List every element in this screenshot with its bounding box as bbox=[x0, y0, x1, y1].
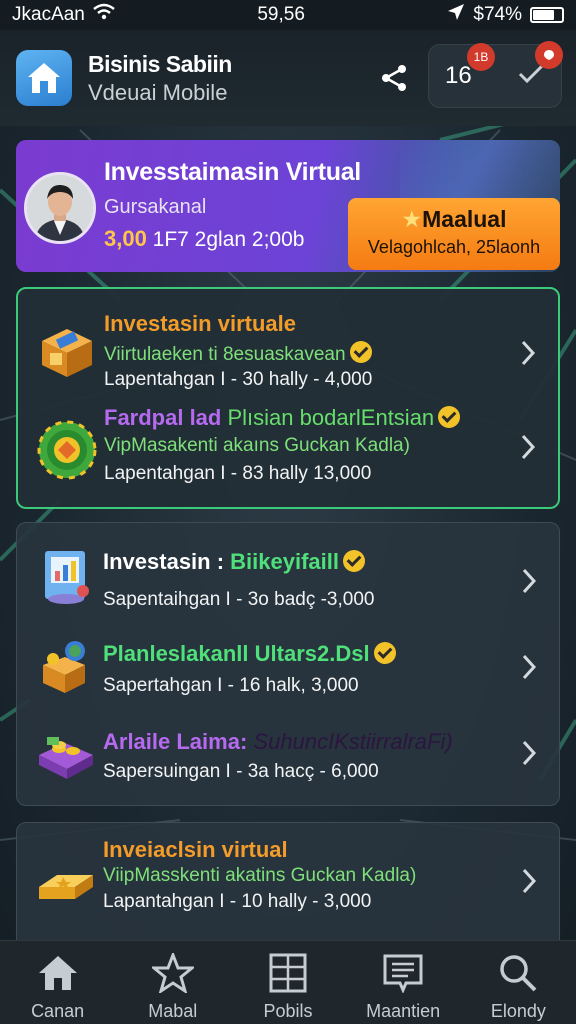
list-item[interactable]: Fardpal lad Plısian bodarlEntsian VipMas… bbox=[18, 399, 558, 497]
app-header: Bisinis Sabiin Vdeuai Mobile 16 1B bbox=[0, 30, 576, 126]
verified-check-icon bbox=[438, 406, 461, 428]
chevron-right-icon bbox=[521, 434, 536, 460]
chevron-right-icon bbox=[522, 868, 537, 894]
list-item[interactable]: Inveiaclsin virtual ViipMasskenti akatin… bbox=[17, 829, 559, 939]
chevron-right-icon bbox=[522, 654, 537, 680]
nav-item-search[interactable]: Elondy bbox=[463, 951, 573, 1022]
home-icon bbox=[3, 951, 113, 995]
promo-title: Invesstaimasin Virtual bbox=[104, 158, 361, 186]
count-badge: 1B bbox=[467, 43, 495, 71]
notification-box[interactable]: 16 1B bbox=[428, 41, 563, 108]
message-icon bbox=[348, 951, 458, 995]
nav-item-favorites[interactable]: Mabal bbox=[118, 951, 228, 1022]
investment-list-secondary: Investasin : Biikeyifaill Sapentaihgan I… bbox=[16, 522, 560, 806]
nav-item-home[interactable]: Canan bbox=[3, 951, 113, 1022]
nav-item-messages[interactable]: Maantien bbox=[348, 951, 458, 1022]
list-item[interactable]: Investasin virtuale Viirtulaeken ti 8esu… bbox=[18, 301, 558, 399]
nav-item-grid[interactable]: Pobils bbox=[233, 951, 343, 1022]
verified-check-icon bbox=[373, 642, 396, 664]
gold-bar-icon bbox=[35, 855, 97, 917]
chevron-right-icon bbox=[521, 340, 536, 366]
list-item[interactable]: Planleslakanll Ultars2.Dsl Sapertahgan I… bbox=[17, 623, 559, 711]
search-icon bbox=[463, 951, 573, 995]
star-icon: ★ bbox=[401, 206, 423, 232]
chevron-right-icon bbox=[522, 740, 537, 766]
investment-list-primary: Investasin virtuale Viirtulaeken ti 8esu… bbox=[16, 287, 560, 509]
document-chart-icon bbox=[35, 545, 97, 607]
treasure-box-icon bbox=[36, 319, 98, 381]
share-button[interactable] bbox=[374, 58, 414, 98]
status-time: 59,56 bbox=[257, 4, 305, 25]
grid-icon bbox=[233, 951, 343, 995]
chevron-right-icon bbox=[522, 568, 537, 594]
alert-badge-icon bbox=[535, 41, 563, 69]
promo-subtitle: Gursakanal bbox=[104, 196, 207, 218]
promo-price: 3,00 1F7 2glan 2;00b bbox=[104, 226, 305, 251]
money-bag-icon bbox=[35, 635, 97, 697]
star-icon bbox=[118, 951, 228, 995]
notification-count: 16 bbox=[445, 62, 472, 89]
location-icon bbox=[447, 3, 465, 27]
investment-list-tertiary: Inveiaclsin virtual ViipMasskenti akatin… bbox=[16, 822, 560, 952]
home-app-icon[interactable] bbox=[16, 50, 72, 106]
coin-tray-icon bbox=[35, 723, 97, 785]
promo-action-button[interactable]: ★Maalual Velagohlcah, 25laonh bbox=[348, 198, 560, 270]
verified-check-icon bbox=[349, 341, 372, 363]
list-item[interactable]: Arlaile Laima: SuhuncIKstiirralraFi) Sap… bbox=[17, 711, 559, 801]
wifi-icon bbox=[93, 3, 115, 27]
target-coin-icon bbox=[36, 419, 98, 481]
status-bar: JkacAan 59,56 $74% bbox=[0, 0, 576, 30]
carrier-name: JkacAan bbox=[12, 4, 85, 25]
share-icon bbox=[382, 65, 406, 91]
app-title: Bisinis Sabiin bbox=[88, 50, 232, 77]
bottom-navigation: Canan Mabal Pobils Maantien Elondy bbox=[0, 940, 576, 1024]
battery-icon bbox=[530, 7, 564, 23]
battery-percent: $74% bbox=[473, 4, 522, 25]
verified-check-icon bbox=[343, 550, 366, 572]
promo-card[interactable]: Invesstaimasin Virtual Gursakanal 3,00 1… bbox=[16, 140, 560, 272]
avatar bbox=[24, 172, 96, 244]
app-subtitle: Vdeuai Mobile bbox=[88, 79, 228, 105]
list-item[interactable]: Investasin : Biikeyifaill Sapentaihgan I… bbox=[17, 529, 559, 621]
